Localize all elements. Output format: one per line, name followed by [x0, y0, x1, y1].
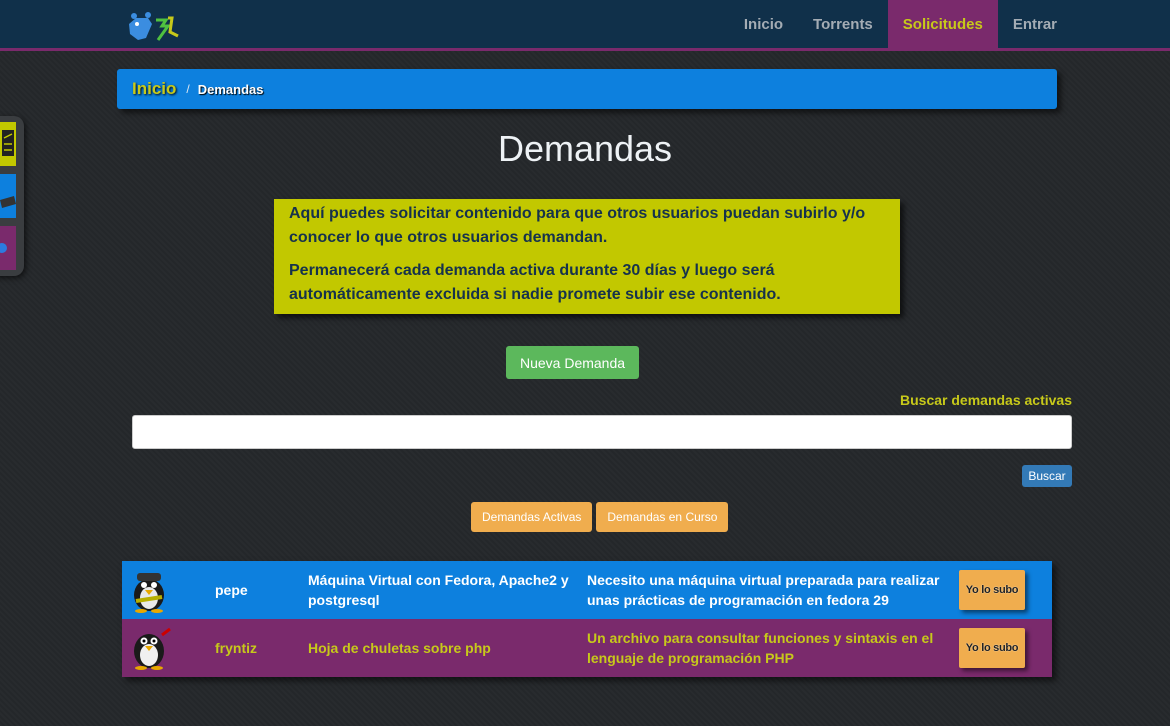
navbar: Inicio Torrents Solicitudes Entrar — [0, 0, 1170, 51]
tab-active-demands[interactable]: Demandas Activas — [471, 502, 593, 532]
info-paragraph-2: Permanecerá cada demanda activa durante … — [289, 262, 781, 303]
info-paragraph-1: Aquí puedes solicitar contenido para que… — [289, 205, 866, 246]
keyboard-icon[interactable] — [0, 174, 16, 218]
page-title: Demandas — [497, 128, 673, 169]
share-icon[interactable] — [0, 226, 16, 270]
upload-button[interactable]: Yo lo subo — [959, 570, 1025, 610]
main-nav: Inicio Torrents Solicitudes Entrar — [729, 0, 1072, 48]
upload-button[interactable]: Yo lo subo — [959, 628, 1025, 668]
nav-item-solicitudes[interactable]: Solicitudes — [887, 0, 998, 48]
search-button[interactable]: Buscar — [1022, 465, 1072, 487]
breadcrumb-separator: / — [186, 82, 190, 96]
demand-title[interactable]: Máquina Virtual con Fedora, Apache2 y po… — [308, 570, 588, 610]
breadcrumb-home-link[interactable]: Inicio — [132, 79, 176, 99]
search-input[interactable] — [132, 415, 1072, 449]
demand-user: fryntiz — [215, 640, 257, 656]
site-logo-icon[interactable] — [126, 10, 186, 44]
breadcrumb: Inicio / Demandas — [117, 69, 1057, 109]
nav-item-entrar[interactable]: Entrar — [998, 0, 1072, 48]
breadcrumb-current: Demandas — [197, 81, 264, 97]
table-row: fryntiz Hoja de chuletas sobre php Un ar… — [122, 619, 1052, 677]
demand-title[interactable]: Hoja de chuletas sobre php — [308, 638, 588, 658]
avatar — [134, 627, 171, 670]
demands-table: pepe Máquina Virtual con Fedora, Apache2… — [122, 561, 1052, 677]
demand-description: Un archivo para consultar funciones y si… — [587, 630, 934, 666]
nav-item-torrents[interactable]: Torrents — [798, 0, 888, 48]
demand-description: Necesito una máquina virtual preparada p… — [587, 572, 940, 608]
nav-item-inicio[interactable]: Inicio — [729, 0, 798, 48]
new-demand-button[interactable]: Nueva Demanda — [506, 346, 639, 379]
demand-tabs: Demandas Activas Demandas en Curso — [471, 502, 729, 532]
demand-user: pepe — [215, 582, 248, 598]
search-label: Buscar demandas activas — [900, 392, 1072, 408]
table-row: pepe Máquina Virtual con Fedora, Apache2… — [122, 561, 1052, 619]
avatar — [134, 573, 164, 613]
tab-in-progress-demands[interactable]: Demandas en Curso — [596, 502, 729, 532]
info-box: Aquí puedes solicitar contenido para que… — [274, 199, 900, 314]
